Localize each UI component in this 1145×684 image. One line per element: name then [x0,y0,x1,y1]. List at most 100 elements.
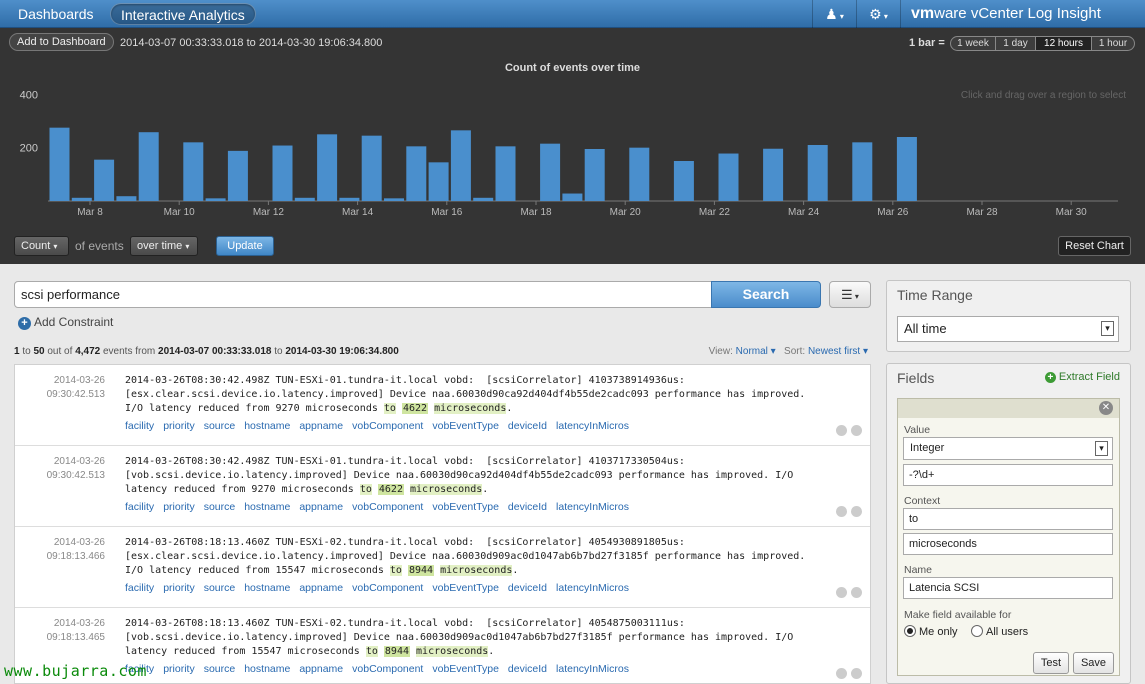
arrow-right-icon[interactable] [851,506,862,517]
chart-bar[interactable] [183,142,204,201]
sort-dropdown[interactable]: Newest first ▾ [808,346,868,357]
chart-bar[interactable] [384,198,404,201]
chart-bar[interactable] [584,149,605,201]
event-field-link[interactable]: source [204,582,236,594]
update-button[interactable]: Update [216,236,274,256]
close-icon[interactable]: ✕ [1099,401,1113,415]
chart-bar[interactable] [94,159,115,201]
chart-bar[interactable] [428,162,449,201]
event-field-link[interactable]: vobComponent [352,420,423,432]
event-field-link[interactable]: priority [163,582,195,594]
reset-chart-button[interactable]: Reset Chart [1058,236,1131,256]
event-field-link[interactable]: priority [163,663,195,675]
event-field-link[interactable]: priority [163,420,195,432]
event-field-link[interactable]: hostname [244,582,290,594]
chart-bar[interactable] [339,197,360,201]
event-field-link[interactable]: vobEventType [432,663,499,675]
chart-bar[interactable] [138,132,159,201]
event-field-link[interactable]: latencyInMicros [556,501,629,513]
event-field-link[interactable]: facility [125,501,154,513]
chart-bar[interactable] [896,137,917,201]
settings-menu-button[interactable]: ⚙ ▾ [856,0,900,28]
event-field-link[interactable]: hostname [244,420,290,432]
search-input[interactable]: scsi performance [14,281,712,308]
chart-bar[interactable] [205,198,226,201]
over-time-dropdown[interactable]: over time ▾ [130,236,198,256]
add-constraint-link[interactable]: + Add Constraint [18,315,113,330]
chart-bar[interactable] [116,196,137,201]
test-button[interactable]: Test [1033,652,1069,674]
event-field-link[interactable]: appname [299,501,343,513]
chart-bar[interactable] [495,146,516,201]
events-chart[interactable]: 200 400 Mar 8 Mar 10 Mar 12 Mar 14 Mar 16 Mar 1… [0,28,1145,228]
event-field-link[interactable]: vobEventType [432,501,499,513]
chart-bar[interactable] [562,193,583,201]
chart-bar[interactable] [450,130,471,201]
save-button[interactable]: Save [1073,652,1114,674]
search-options-button[interactable]: ☰ ▾ [829,281,871,308]
arrow-right-icon[interactable] [851,668,862,679]
clock-icon[interactable] [836,668,847,679]
event-field-link[interactable]: deviceId [508,582,547,594]
event-field-link[interactable]: facility [125,420,154,432]
clock-icon[interactable] [836,425,847,436]
chart-bar[interactable] [629,147,650,201]
event-field-link[interactable]: hostname [244,663,290,675]
event-field-link[interactable]: facility [125,582,154,594]
event-field-link[interactable]: hostname [244,501,290,513]
chart-bar[interactable] [71,197,92,201]
event-field-link[interactable]: latencyInMicros [556,582,629,594]
arrow-right-icon[interactable] [851,587,862,598]
chart-bar[interactable] [272,145,293,201]
chart-bar[interactable] [852,142,873,201]
time-range-select[interactable]: All time ▾ [897,316,1119,342]
chart-bar[interactable] [718,153,739,201]
search-button[interactable]: Search [711,281,821,308]
clock-icon[interactable] [836,506,847,517]
chart-bar[interactable] [807,145,828,201]
chart-bar[interactable] [49,127,70,201]
chart-bar[interactable] [227,150,248,201]
event-field-link[interactable]: appname [299,582,343,594]
event-field-link[interactable]: vobComponent [352,501,423,513]
event-field-link[interactable]: appname [299,420,343,432]
event-field-link[interactable]: priority [163,501,195,513]
regex-input[interactable]: -?\d+ [903,464,1113,486]
chart-bar[interactable] [294,197,315,201]
event-field-link[interactable]: source [204,420,236,432]
user-menu-button[interactable]: ♟ ▾ [812,0,856,28]
event-field-link[interactable]: source [204,501,236,513]
view-dropdown[interactable]: Normal ▾ [736,346,776,357]
event-field-link[interactable]: deviceId [508,420,547,432]
chart-bar[interactable] [406,146,427,201]
event-field-link[interactable]: appname [299,663,343,675]
context-before-input[interactable]: to [903,508,1113,530]
event-field-link[interactable]: vobEventType [432,582,499,594]
event-field-link[interactable]: deviceId [508,501,547,513]
radio-all-users[interactable]: All users [971,625,1028,638]
chart-bar[interactable] [763,148,784,201]
context-after-input[interactable]: microseconds [903,533,1113,555]
tab-dashboards[interactable]: Dashboards [8,3,104,25]
event-field-link[interactable]: latencyInMicros [556,420,629,432]
radio-me-only[interactable]: Me only [904,625,958,638]
chart-bar[interactable] [317,134,338,201]
extract-field-link[interactable]: + Extract Field [1044,371,1120,383]
event-field-link[interactable]: source [204,663,236,675]
chart-bar[interactable] [540,143,561,201]
event-field-link[interactable]: latencyInMicros [556,663,629,675]
event-field-link[interactable]: vobComponent [352,582,423,594]
clock-icon[interactable] [836,587,847,598]
count-dropdown[interactable]: Count ▾ [14,236,69,256]
arrow-right-icon[interactable] [851,425,862,436]
chart-bar[interactable] [673,161,694,201]
event-field-link[interactable]: vobComponent [352,663,423,675]
tab-interactive-analytics[interactable]: Interactive Analytics [110,3,256,25]
event-field-link[interactable]: deviceId [508,663,547,675]
chart-bar[interactable] [361,135,382,201]
chart-bar[interactable] [473,197,494,201]
value-type-select[interactable]: Integer ▾ [903,437,1113,460]
field-name-input[interactable]: Latencia SCSI [903,577,1113,599]
event-line-1: 2014-03-26T08:30:42.498Z TUN-ESXi-01.tun… [125,456,685,467]
event-field-link[interactable]: vobEventType [432,420,499,432]
